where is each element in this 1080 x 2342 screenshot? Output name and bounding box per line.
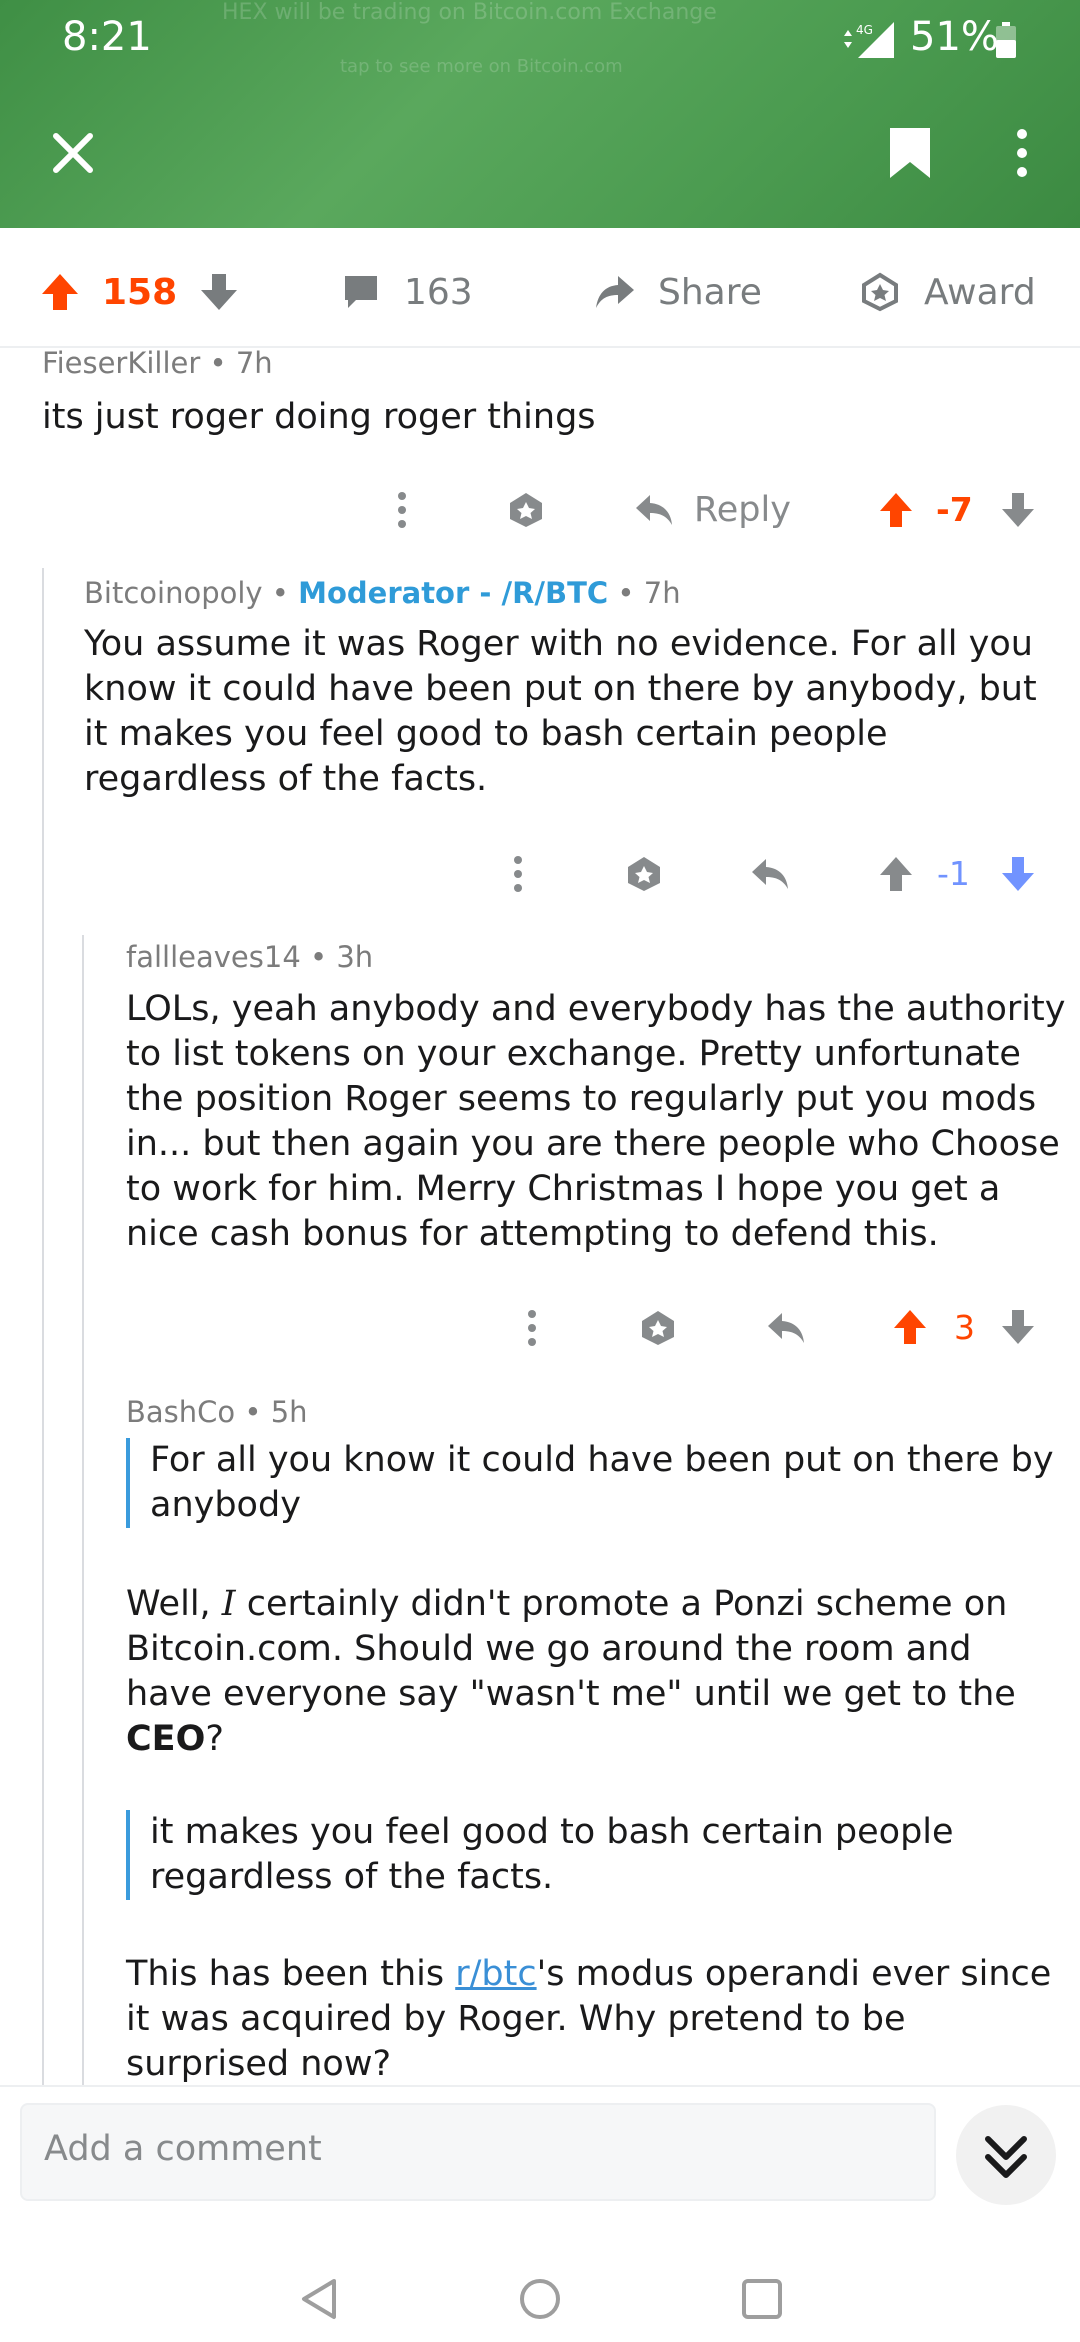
post-score: 158 (102, 271, 178, 313)
battery-icon (995, 22, 1017, 62)
battery-percent: 51% (910, 14, 999, 60)
comment-author[interactable]: FieserKiller (42, 346, 200, 380)
upvote-icon[interactable] (878, 491, 914, 533)
thread-line (42, 568, 44, 2088)
signal-icon: 4G (838, 20, 896, 64)
comment-bubble-icon (345, 276, 377, 308)
award-label: Award (924, 271, 1036, 313)
reply-icon[interactable] (766, 1311, 806, 1349)
comment-age: 5h (270, 1395, 308, 1429)
nav-recents-icon[interactable] (740, 2277, 784, 2325)
comment-award-icon[interactable] (506, 490, 546, 534)
share-button[interactable]: Share (594, 258, 762, 326)
comment-meta: Bitcoinopoly • Moderator - /R/BTC • 7h (84, 576, 681, 610)
close-icon[interactable] (50, 130, 96, 176)
reply-label: Reply (694, 490, 791, 530)
reply-icon[interactable] (750, 857, 790, 895)
comments-count: 163 (404, 271, 473, 313)
upvote-icon[interactable] (40, 272, 80, 312)
comment-paragraph: Well, I certainly didn't promote a Ponzi… (126, 1582, 1066, 1762)
downvote-icon[interactable] (1000, 491, 1036, 533)
downvote-icon[interactable] (1000, 1308, 1036, 1350)
upvote-icon[interactable] (892, 1308, 928, 1350)
comment-score: -1 (937, 854, 970, 893)
blockquote: For all you know it could have been put … (126, 1438, 1070, 1528)
share-arrow-icon (596, 276, 634, 308)
save-bookmark-icon[interactable] (888, 126, 932, 184)
comment-more-icon[interactable] (522, 1308, 542, 1352)
italic-text: I (221, 1584, 236, 1624)
comment-body: LOLs, yeah anybody and everybody has the… (126, 989, 1066, 1254)
banner-faded-text: HEX will be trading on Bitcoin.com Excha… (222, 0, 717, 25)
comments-count-button[interactable]: 163 (342, 258, 473, 326)
post-vote-group: 158 (40, 258, 239, 326)
subreddit-link[interactable]: r/btc (455, 1954, 536, 1994)
comment-more-icon[interactable] (392, 490, 412, 534)
thread-line (82, 935, 84, 2085)
bold-text: CEO (126, 1719, 206, 1759)
status-time: 8:21 (62, 14, 152, 60)
banner-faded-subtext: tap to see more on Bitcoin.com (340, 56, 623, 77)
text-run: Well, (126, 1584, 222, 1624)
share-label: Share (658, 271, 762, 313)
upvote-icon[interactable] (878, 855, 914, 897)
blockquote: it makes you feel good to bash certain p… (126, 1810, 1070, 1900)
text-run: ? (205, 1719, 224, 1759)
comment-compose-bar: Add a comment (0, 2085, 1080, 2342)
reply-icon (636, 495, 672, 525)
add-comment-input[interactable]: Add a comment (20, 2103, 936, 2201)
reply-button[interactable]: Reply (634, 484, 791, 536)
comment-age: 3h (336, 940, 374, 974)
comment-author[interactable]: Bitcoinopoly (84, 576, 263, 610)
comment-author[interactable]: fallleaves14 (126, 940, 301, 974)
comment-more-icon[interactable] (508, 854, 528, 898)
comment-score: -7 (936, 490, 973, 529)
award-button[interactable]: Award (860, 258, 1036, 326)
nav-home-icon[interactable] (518, 2277, 562, 2325)
post-header: HEX will be trading on Bitcoin.com Excha… (0, 0, 1080, 228)
text-run: This has been this (126, 1954, 456, 1994)
comment-paragraph: This has been this r/btc's modus operand… (126, 1952, 1066, 2087)
text-run: certainly didn't promote a Ponzi scheme … (126, 1584, 1016, 1714)
downvote-icon[interactable] (199, 272, 239, 312)
next-comment-button[interactable] (956, 2105, 1056, 2205)
comment-meta: BashCo • 5h (126, 1395, 308, 1429)
comment-meta: fallleaves14 • 3h (126, 940, 374, 974)
comment-body: its just roger doing roger things (42, 397, 596, 437)
comment-award-icon[interactable] (624, 854, 664, 898)
comment-author[interactable]: BashCo (126, 1395, 235, 1429)
comment-placeholder: Add a comment (44, 2129, 322, 2169)
comment-age: 7h (235, 346, 273, 380)
comment-award-icon[interactable] (638, 1308, 678, 1352)
nav-back-icon[interactable] (298, 2277, 342, 2325)
moderator-flair: Moderator - /R/BTC (298, 576, 609, 610)
comment-age: 7h (643, 576, 681, 610)
award-icon (862, 272, 898, 312)
comment-score: 3 (954, 1308, 975, 1347)
more-options-icon[interactable] (1008, 128, 1036, 182)
comment-meta: FieserKiller • 7h (42, 346, 273, 380)
comment-body: You assume it was Roger with no evidence… (84, 624, 1037, 799)
double-chevron-down-icon (985, 2136, 1027, 2178)
network-type: 4G (856, 23, 873, 37)
downvote-icon[interactable] (1000, 855, 1036, 897)
